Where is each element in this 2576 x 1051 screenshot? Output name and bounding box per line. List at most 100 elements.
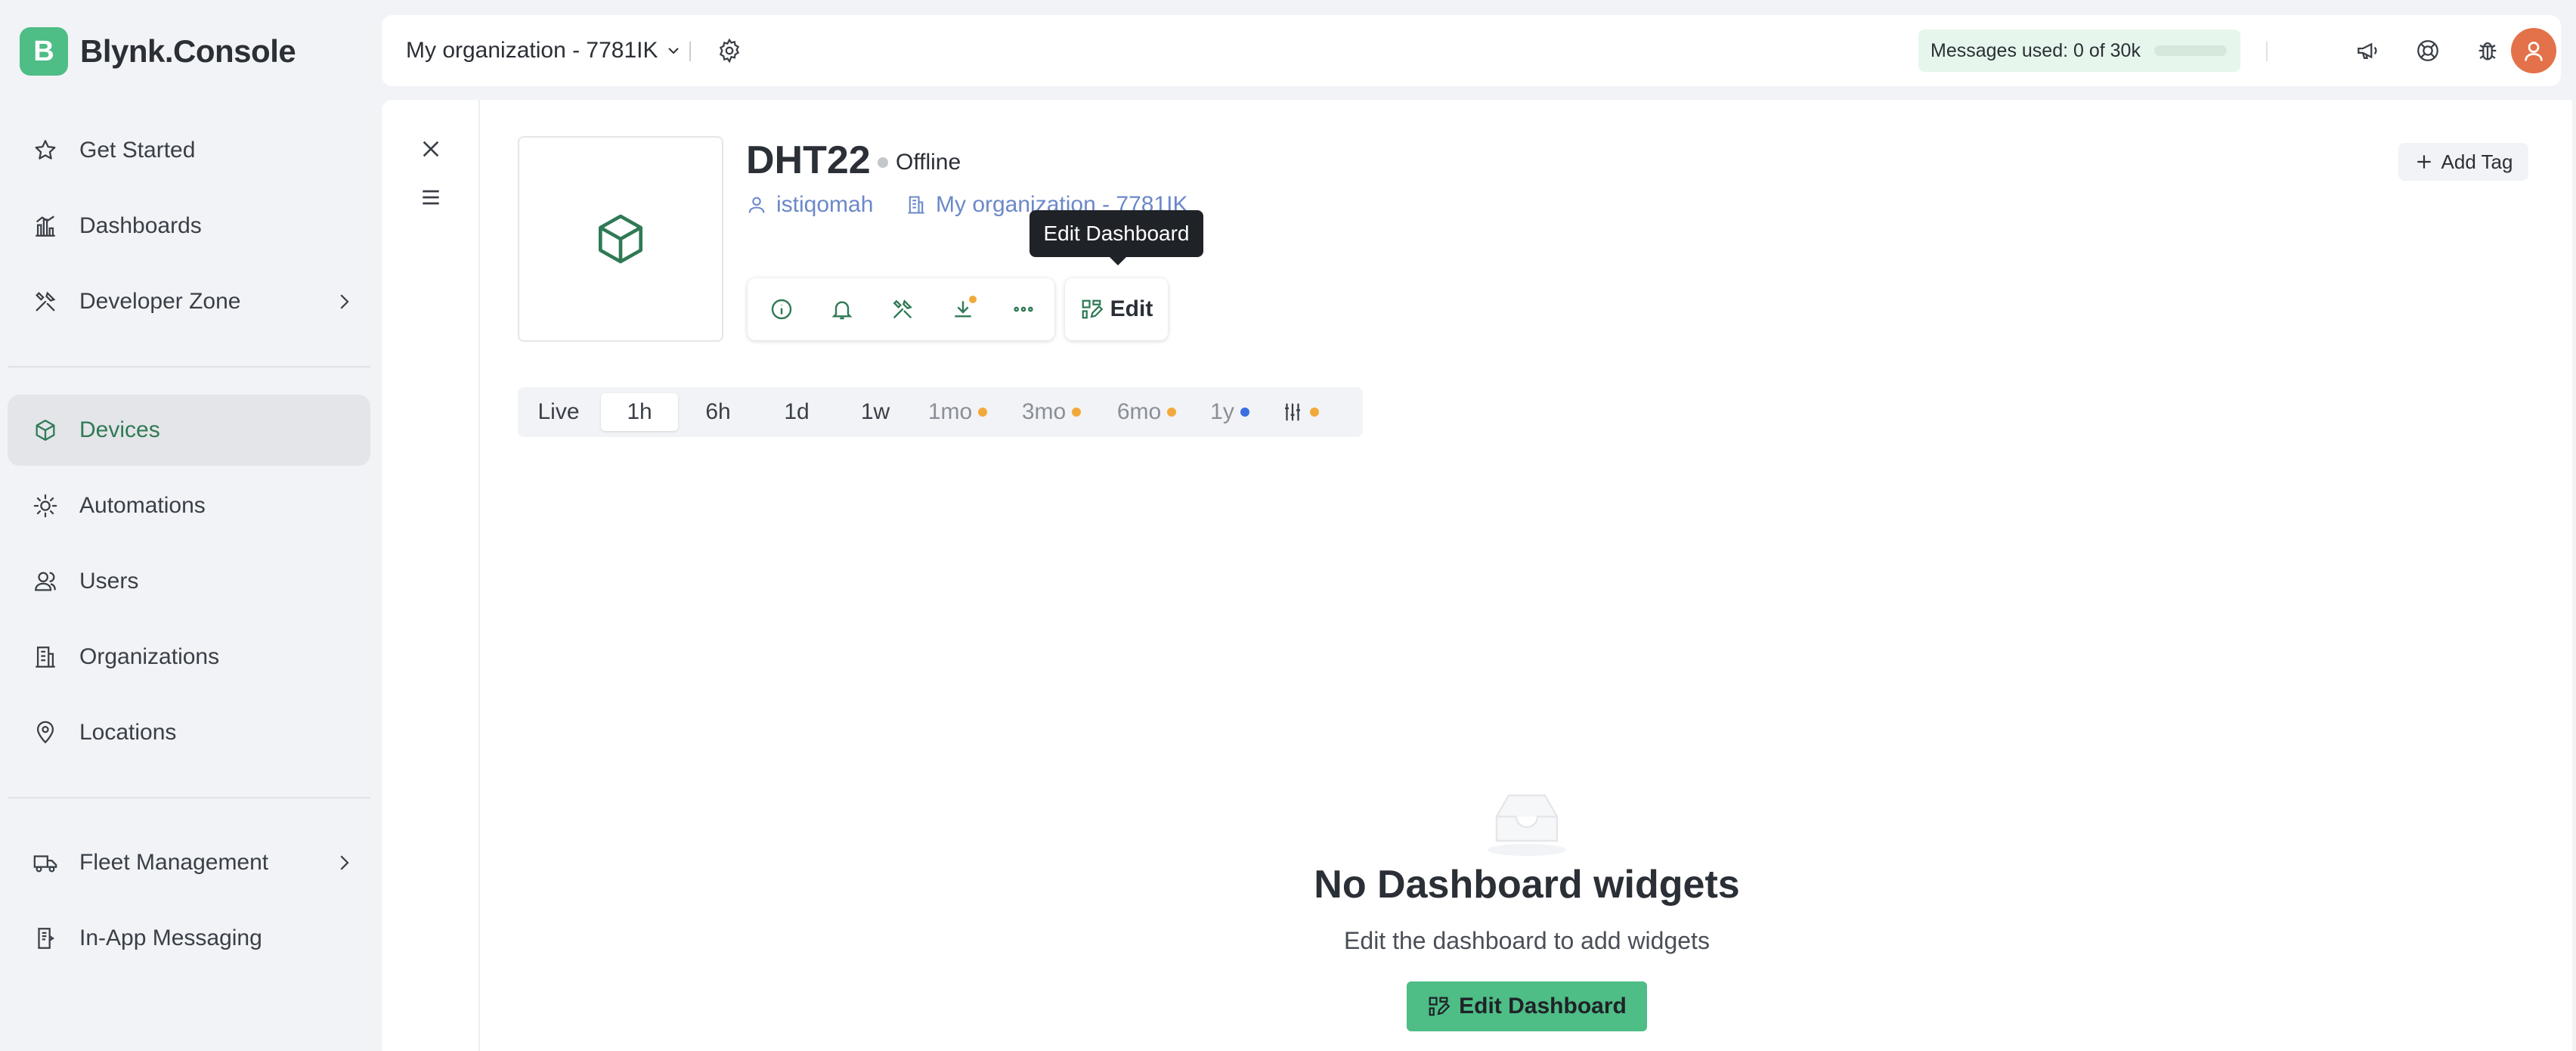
empty-state-subtitle: Edit the dashboard to add widgets (1344, 927, 1710, 954)
sidebar-item-label: Fleet Management (79, 850, 269, 875)
time-range-3mo[interactable]: 3mo (1014, 393, 1089, 431)
edit-dashboard-tooltip: Edit Dashboard (1029, 210, 1203, 257)
sidebar-item-dashboards[interactable]: Dashboards (8, 191, 370, 262)
device-action-toolbar (748, 278, 1054, 340)
sidebar-item-label: Automations (79, 493, 206, 518)
topbar-separator (689, 42, 691, 61)
time-range-1w[interactable]: 1w (843, 393, 908, 431)
help-lifebuoy-icon[interactable] (2413, 36, 2443, 66)
sidebar-item-label: Users (79, 569, 139, 594)
download-icon[interactable] (948, 294, 978, 324)
sun-icon (30, 491, 60, 521)
close-icon[interactable] (415, 133, 447, 165)
time-range-6mo[interactable]: 6mo (1109, 393, 1184, 431)
time-range-6h[interactable]: 6h (686, 393, 751, 431)
sidebar-item-label: Devices (79, 417, 160, 442)
add-tag-label: Add Tag (2441, 150, 2513, 173)
plus-icon (2417, 155, 2431, 169)
time-range-label: 1d (784, 399, 810, 424)
app-name: Blynk.Console (80, 33, 296, 69)
users-icon (30, 566, 60, 597)
edit-dashboard-cta-button[interactable]: Edit Dashboard (1407, 981, 1647, 1031)
messages-usage[interactable]: Messages used: 0 of 30k (1918, 29, 2240, 72)
top-bar: My organization - 7781IK Messages used: … (382, 15, 2561, 86)
device-owner: istiqomah (776, 192, 874, 217)
cube-icon (30, 415, 60, 445)
menu-icon[interactable] (415, 181, 447, 213)
sidebar-item-label: Developer Zone (79, 289, 241, 314)
star-icon (30, 135, 60, 166)
time-range-live[interactable]: Live (528, 393, 589, 431)
pin-icon (30, 718, 60, 748)
user-icon (748, 197, 765, 213)
sidebar-item-automations[interactable]: Automations (8, 470, 370, 541)
chevron-right-icon (333, 851, 355, 874)
tooltip-arrow (1109, 256, 1127, 265)
sidebar-item-users[interactable]: Users (8, 546, 370, 617)
user-avatar-icon (2525, 42, 2543, 61)
sidebar-item-get-started[interactable]: Get Started (8, 115, 370, 186)
inbox-icon (1482, 783, 1572, 859)
sidebar-divider (8, 797, 370, 798)
premium-dot (1072, 408, 1082, 417)
sidebar-item-label: Locations (79, 720, 177, 745)
notification-dot (969, 296, 977, 303)
bug-icon[interactable] (2472, 36, 2503, 66)
device-image[interactable] (518, 136, 723, 342)
sidebar-item-label: Get Started (79, 138, 196, 163)
sidebar-item-organizations[interactable]: Organizations (8, 622, 370, 693)
device-panel: DHT22 Offline istiqomah My organization … (382, 100, 2572, 1051)
device-owner-link[interactable]: istiqomah (746, 192, 873, 218)
premium-dot (1167, 408, 1177, 417)
time-range-label: 1mo (927, 399, 973, 424)
empty-state-title: No Dashboard widgets (1314, 863, 1740, 907)
logo-badge: B (20, 27, 68, 76)
premium-dot (978, 408, 988, 417)
edit-widgets-icon (1082, 299, 1103, 319)
status-label: Offline (896, 150, 961, 175)
info-icon[interactable] (766, 294, 797, 324)
add-tag-button[interactable]: Add Tag (2398, 143, 2528, 181)
messages-usage-bar (2153, 45, 2227, 56)
time-range-selector: Live 1h 6h 1d 1w 1mo 3mo 6mo 1y (518, 387, 1363, 437)
sidebar-item-devices[interactable]: Devices (8, 395, 370, 466)
bell-icon[interactable] (827, 294, 857, 324)
organization-name: My organization - 7781IK (406, 38, 658, 63)
megaphone-icon[interactable] (2353, 36, 2383, 66)
edit-label: Edit (1110, 296, 1153, 321)
more-icon[interactable] (1008, 294, 1039, 324)
sidebar-item-label: Dashboards (79, 213, 202, 238)
sidebar-item-developer-zone[interactable]: Developer Zone (8, 266, 370, 337)
tools-icon (30, 287, 60, 317)
sidebar-item-fleet-management[interactable]: Fleet Management (8, 827, 370, 898)
sidebar-item-label: Organizations (79, 644, 220, 669)
time-range-label: 1y (1210, 399, 1234, 424)
sidebar: B Blynk.Console Get Started Dashboards D… (0, 0, 382, 1051)
avatar[interactable] (2511, 28, 2556, 73)
panel-rail (382, 100, 480, 1051)
sidebar-item-in-app-messaging[interactable]: In-App Messaging (8, 903, 370, 974)
organization-switcher[interactable]: My organization - 7781IK (406, 15, 683, 86)
chevron-right-icon (333, 290, 355, 313)
custom-range-button[interactable] (1274, 393, 1327, 431)
truck-icon (30, 848, 60, 878)
building-icon (30, 642, 60, 672)
sidebar-item-locations[interactable]: Locations (8, 697, 370, 768)
sliders-icon (1285, 403, 1300, 421)
time-range-1mo[interactable]: 1mo (920, 393, 995, 431)
time-range-1h[interactable]: 1h (601, 393, 678, 431)
gear-icon[interactable] (714, 36, 745, 66)
time-range-label: 6mo (1116, 399, 1162, 424)
chevron-down-icon (667, 48, 679, 54)
time-range-label: 1h (627, 399, 652, 424)
time-range-1y[interactable]: 1y (1200, 393, 1260, 431)
topbar-separator (2266, 42, 2268, 61)
time-range-1d[interactable]: 1d (764, 393, 829, 431)
edit-widgets-icon (1429, 997, 1451, 1016)
edit-dashboard-button[interactable]: Edit (1065, 278, 1168, 340)
device-name: DHT22 (746, 138, 871, 182)
tools-icon[interactable] (887, 294, 918, 324)
messages-usage-label: Messages used: 0 of 30k (1930, 39, 2141, 61)
app-logo[interactable]: B Blynk.Console (20, 27, 296, 76)
time-range-label: 3mo (1021, 399, 1067, 424)
